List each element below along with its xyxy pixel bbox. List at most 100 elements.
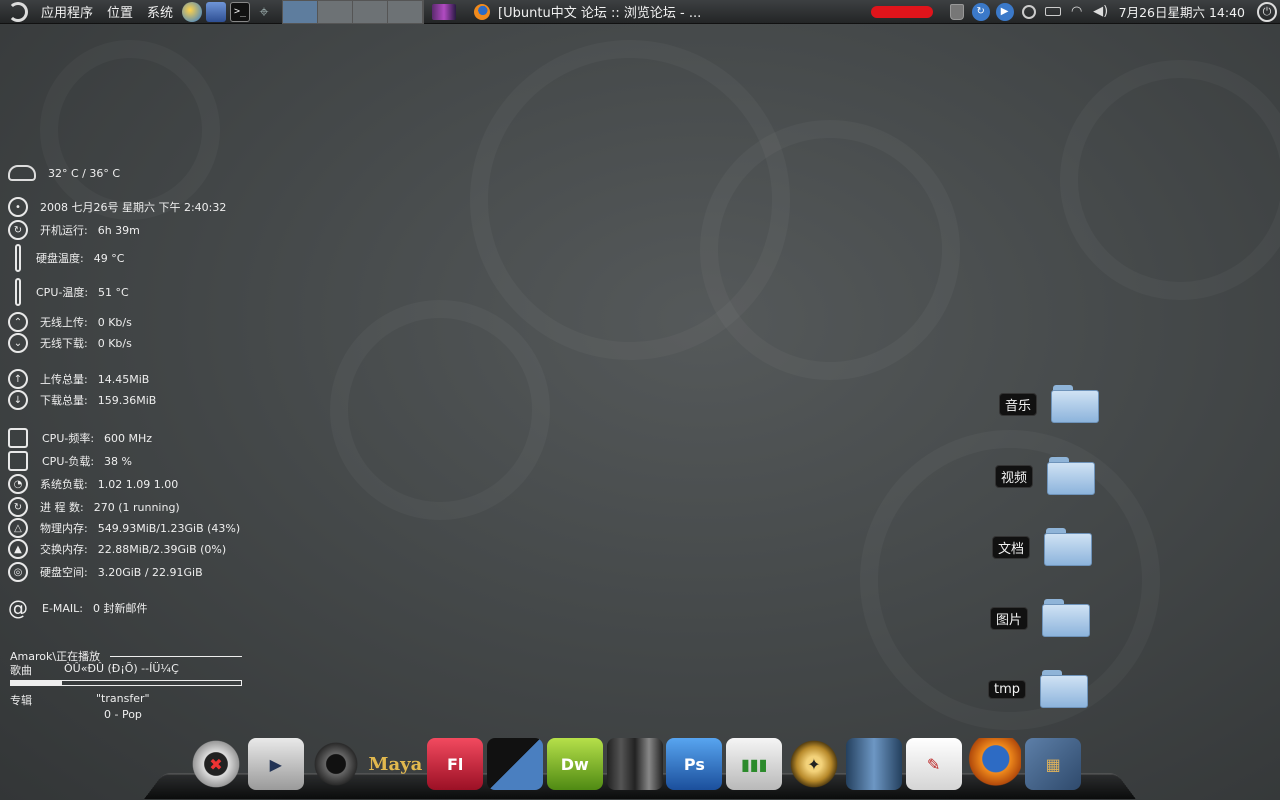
thermometer-icon (15, 244, 21, 272)
trash-icon[interactable] (948, 3, 966, 21)
amarok-progress-fill (11, 681, 62, 685)
workspace-4[interactable] (388, 0, 424, 23)
sys-load-row: ◔ 系统负载: 1.02 1.09 1.00 (8, 474, 178, 494)
flash-icon[interactable]: Fl (427, 738, 484, 790)
folder-icon (1047, 457, 1096, 495)
chart-icon[interactable]: ▮▮▮ (726, 738, 783, 790)
compass-icon[interactable]: ✦ (785, 738, 842, 790)
amarok-progress (10, 680, 242, 686)
firefox-icon (474, 3, 491, 20)
download-total-label: 下载总量: (40, 394, 88, 407)
swap-row: ▲ 交换内存: 22.88MiB/2.39GiB (0%) (8, 539, 226, 559)
dreamweaver-icon[interactable]: Dw (546, 738, 603, 790)
album-label: 专辑 (10, 694, 32, 707)
background-swirl (700, 120, 960, 380)
menu-places[interactable]: 位置 (100, 2, 140, 21)
maya-icon[interactable]: Maya (367, 738, 423, 790)
disk-temp-value: 49 °C (93, 251, 125, 265)
desktop-folder-video[interactable]: 视频 (995, 457, 1096, 495)
package-icon[interactable]: ▦ (1025, 738, 1082, 790)
desktop-folder-music[interactable]: 音乐 (999, 385, 1100, 423)
upload-total-row: ↑ 上传总量: 14.45MiB (8, 369, 149, 389)
wifi-up-label: 无线上传: (40, 316, 88, 329)
uptime-row: ↻ 开机运行: 6h 39m (8, 220, 140, 240)
ubuntu-logo-icon[interactable] (8, 1, 28, 22)
menu-applications[interactable]: 应用程序 (34, 2, 100, 21)
datetime-value: 2008 七月26号 星期六 下午 2:40:32 (40, 201, 227, 214)
power-icon[interactable]: ⏻ (1257, 1, 1277, 22)
triangle-up-icon: △ (8, 518, 28, 538)
chip-icon (8, 451, 28, 471)
wifi-up-row: ⌃ 无线上传: 0 Kb/s (8, 312, 132, 332)
folder-icon (1044, 528, 1093, 566)
crosshair-icon[interactable]: ⌖ (254, 2, 274, 22)
processes-row: ↻ 进 程 数: 270 (1 running) (8, 497, 180, 517)
workspace-3[interactable] (353, 0, 389, 23)
sys-load-value: 1.02 1.09 1.00 (97, 477, 179, 491)
download-total-row: ↓ 下载总量: 159.36MiB (8, 390, 156, 410)
upload-total-label: 上传总量: (40, 373, 88, 386)
image-viewer-icon[interactable] (432, 3, 457, 20)
bar-graph-icon[interactable] (845, 738, 902, 790)
crossover-icon[interactable]: ✖ (188, 738, 244, 790)
firefox-icon[interactable] (965, 738, 1022, 790)
workspace-switcher (282, 0, 425, 24)
cpu-load-value: 38 % (104, 454, 132, 468)
processes-value: 270 (1 running) (93, 500, 180, 514)
folder-icon (1040, 670, 1089, 708)
disk-space-label: 硬盘空间: (40, 566, 88, 579)
ram-label: 物理内存: (40, 522, 88, 535)
play-icon[interactable]: ▶ (995, 2, 1014, 21)
refresh-icon: ↻ (8, 497, 28, 517)
terminal-icon[interactable]: >_ (230, 1, 251, 22)
swirl-icon[interactable] (182, 1, 203, 22)
wifi-up-value: 0 Kb/s (97, 315, 132, 329)
disk-temp-row: 硬盘温度: 49 °C (8, 244, 124, 272)
folder-label: 文档 (992, 535, 1031, 559)
wifi-down-label: 无线下载: (40, 337, 88, 350)
ram-row: △ 物理内存: 549.93MiB/1.23GiB (43%) (8, 518, 240, 538)
disk-space-row: ◎ 硬盘空间: 3.20GiB / 22.91GiB (8, 562, 203, 582)
datetime-row: • 2008 七月26号 星期六 下午 2:40:32 (8, 197, 226, 217)
chevron-down-icon: ⌄ (8, 333, 28, 353)
sys-load-label: 系统负载: (40, 478, 88, 491)
at-sign-icon: @ (8, 596, 28, 620)
network-share-icon[interactable]: ↻ (971, 2, 990, 21)
processes-label: 进 程 数: (40, 501, 84, 514)
background-swirl (330, 300, 550, 520)
cpu-load-row: CPU-负载: 38 % (8, 451, 132, 471)
cpu-temp-row: CPU-温度: 51 °C (8, 278, 129, 306)
folder-label: 音乐 (999, 392, 1038, 416)
menu-system[interactable]: 系统 (140, 2, 180, 21)
clapperboard-icon[interactable] (486, 738, 543, 790)
desktop-folder-documents[interactable]: 文档 (992, 528, 1093, 566)
cpu-temp-label: CPU-温度: (36, 286, 89, 299)
background-swirl (40, 40, 220, 220)
wifi-icon[interactable]: ◠ (1068, 3, 1086, 21)
notes-icon[interactable] (206, 1, 227, 22)
folder-label: 视频 (995, 464, 1034, 488)
search-icon[interactable] (1020, 3, 1038, 21)
video-player-icon[interactable]: ▶ (247, 738, 304, 790)
photoshop-icon[interactable]: Ps (666, 738, 723, 790)
desktop-folder-tmp[interactable]: tmp (988, 670, 1089, 708)
clock-icon: • (8, 197, 28, 217)
weather-value: 32° C / 36° C (48, 166, 121, 180)
workspace-1[interactable] (283, 0, 319, 23)
cpu-temp-value: 51 °C (98, 285, 129, 299)
wifi-down-value: 0 Kb/s (97, 336, 132, 350)
cpu-freq-label: CPU-频率: (42, 432, 95, 445)
cpu-freq-row: CPU-频率: 600 MHz (8, 428, 152, 448)
volume-icon[interactable]: ◀) (1092, 3, 1110, 21)
clock[interactable]: 7月26日星期六 14:40 (1113, 2, 1251, 21)
folder-icon (1051, 385, 1100, 423)
speaker-icon[interactable] (307, 738, 364, 790)
desktop-folder-pictures[interactable]: 图片 (990, 599, 1091, 637)
pens-icon[interactable] (606, 738, 663, 790)
taskbar-firefox-window[interactable]: [Ubuntu中文 论坛 :: 浏览论坛 - ... (474, 2, 714, 21)
keyboard-icon[interactable] (1044, 3, 1062, 21)
workspace-2[interactable] (318, 0, 354, 23)
ram-value: 549.93MiB/1.23GiB (43%) (97, 521, 241, 535)
notes-editor-icon[interactable]: ✎ (905, 738, 962, 790)
refresh-icon: ↻ (8, 220, 28, 240)
